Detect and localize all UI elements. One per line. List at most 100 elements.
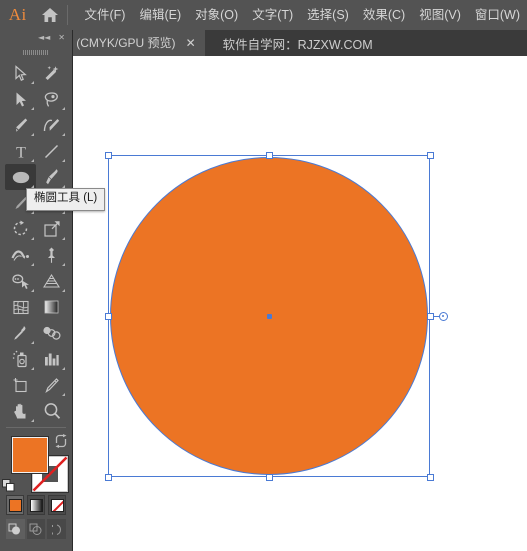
shape-center-point xyxy=(266,313,272,319)
menu-item-edit[interactable]: 编辑(E) xyxy=(132,5,188,26)
tool-flyout-corner-icon xyxy=(62,289,65,292)
handle-top-center[interactable] xyxy=(265,151,273,159)
collapse-icon[interactable]: ◄◄ xyxy=(38,34,50,42)
close-icon[interactable]: ✕ xyxy=(186,37,196,49)
rotate-tool[interactable] xyxy=(5,216,36,242)
hand-tool[interactable] xyxy=(5,398,36,424)
draw-behind-button[interactable] xyxy=(26,519,46,539)
tool-flyout-corner-icon xyxy=(31,263,34,266)
artboard-tool[interactable] xyxy=(5,372,36,398)
fill-swatch[interactable] xyxy=(11,436,49,474)
canvas-area[interactable] xyxy=(0,56,527,551)
color-mode-row xyxy=(0,495,72,515)
line-segment-tool[interactable] xyxy=(36,138,67,164)
menubar-divider xyxy=(66,5,68,25)
menu-item-effect[interactable]: 效果(C) xyxy=(356,5,412,26)
tool-flyout-corner-icon xyxy=(31,289,34,292)
swap-fill-stroke-icon[interactable] xyxy=(54,434,68,448)
handle-bottom-left[interactable] xyxy=(104,473,112,481)
tool-flyout-corner-icon xyxy=(62,133,65,136)
document-tab-bar: @ 139.94% (CMYK/GPU 预览) ✕ 软件自学网：RJZXW.CO… xyxy=(0,30,527,56)
menu-item-type[interactable]: 文字(T) xyxy=(245,5,300,26)
handle-bottom-center[interactable] xyxy=(265,473,273,481)
scale-tool[interactable] xyxy=(36,216,67,242)
tool-flyout-corner-icon xyxy=(31,419,34,422)
gradient-swatch-button[interactable] xyxy=(27,495,45,515)
tool-flyout-corner-icon xyxy=(31,159,34,162)
direct-selection-tool[interactable] xyxy=(5,86,36,112)
color-swatch-button[interactable] xyxy=(6,495,24,515)
free-transform-tool[interactable] xyxy=(36,242,67,268)
menu-item-window[interactable]: 窗口(W) xyxy=(468,5,527,26)
zoom-tool[interactable] xyxy=(36,398,67,424)
tools-panel-header[interactable]: ◄◄ ✕ xyxy=(0,30,72,46)
draw-normal-button[interactable] xyxy=(6,519,25,539)
tool-flyout-corner-icon xyxy=(31,237,34,240)
menu-bar: Ai 文件(F) 编辑(E) 对象(O) 文字(T) 选择(S) 效果(C) 视… xyxy=(0,0,527,30)
live-shape-widget-handle[interactable] xyxy=(439,312,448,321)
paintbrush-tool[interactable] xyxy=(36,164,67,190)
tool-tooltip: 椭圆工具 (L) xyxy=(26,188,106,211)
tool-flyout-corner-icon xyxy=(31,367,34,370)
tool-flyout-corner-icon xyxy=(31,107,34,110)
tools-panel-divider xyxy=(6,427,66,428)
tool-flyout-corner-icon xyxy=(31,133,34,136)
mesh-tool[interactable] xyxy=(5,294,36,320)
eyedropper-tool[interactable] xyxy=(5,320,36,346)
column-graph-tool[interactable] xyxy=(36,346,67,372)
watermark-text: 软件自学网：RJZXW.COM xyxy=(222,37,373,52)
tools-panel: ◄◄ ✕ T xyxy=(0,30,73,551)
lasso-tool[interactable] xyxy=(36,86,67,112)
tool-flyout-corner-icon xyxy=(62,237,65,240)
tool-flyout-corner-icon xyxy=(31,341,34,344)
menu-item-select[interactable]: 选择(S) xyxy=(300,5,356,26)
width-tool[interactable] xyxy=(5,242,36,268)
draw-inside-icon xyxy=(51,524,61,535)
tools-panel-drag-grip[interactable] xyxy=(0,46,72,59)
tool-flyout-corner-icon xyxy=(62,393,65,396)
handle-top-right[interactable] xyxy=(426,151,434,159)
none-swatch-button[interactable] xyxy=(48,495,66,515)
svg-text:T: T xyxy=(16,144,26,160)
draw-normal-icon xyxy=(8,523,21,534)
ai-logo: Ai xyxy=(8,5,27,24)
gradient-swatch-icon xyxy=(29,498,43,512)
tool-flyout-corner-icon xyxy=(31,81,34,84)
illustrator-window: Ai 文件(F) 编辑(E) 对象(O) 文字(T) 选择(S) 效果(C) 视… xyxy=(0,0,527,551)
tool-flyout-corner-icon xyxy=(62,107,65,110)
none-swatch-icon xyxy=(50,498,64,512)
draw-behind-icon xyxy=(29,523,42,535)
tool-flyout-corner-icon xyxy=(62,211,65,214)
menu-item-file[interactable]: 文件(F) xyxy=(78,5,133,26)
pen-tool[interactable] xyxy=(5,112,36,138)
default-fill-stroke-icon[interactable] xyxy=(2,479,15,492)
type-tool[interactable]: T xyxy=(5,138,36,164)
tool-flyout-corner-icon xyxy=(31,211,34,214)
grip-dots-icon xyxy=(23,50,49,55)
tool-flyout-corner-icon xyxy=(62,367,65,370)
ellipse-tool[interactable] xyxy=(5,164,36,190)
handle-bottom-right[interactable] xyxy=(426,473,434,481)
home-icon[interactable] xyxy=(36,0,65,30)
draw-inside-button[interactable] xyxy=(47,519,67,539)
selection-tool[interactable] xyxy=(5,60,36,86)
slice-tool[interactable] xyxy=(36,372,67,398)
gradient-tool[interactable] xyxy=(36,294,67,320)
panel-close-icon[interactable]: ✕ xyxy=(58,34,65,42)
tool-flyout-corner-icon xyxy=(62,159,65,162)
tool-flyout-corner-icon xyxy=(62,263,65,266)
shape-builder-tool[interactable] xyxy=(5,268,36,294)
menu-item-object[interactable]: 对象(O) xyxy=(188,5,245,26)
symbol-sprayer-tool[interactable] xyxy=(5,346,36,372)
menu-items: 文件(F) 编辑(E) 对象(O) 文字(T) 选择(S) 效果(C) 视图(V… xyxy=(78,5,527,26)
curvature-tool[interactable] xyxy=(36,112,67,138)
handle-middle-left[interactable] xyxy=(104,312,112,320)
menu-item-view[interactable]: 视图(V) xyxy=(412,5,468,26)
magic-wand-tool[interactable] xyxy=(36,60,67,86)
draw-mode-row xyxy=(0,519,72,539)
handle-top-left[interactable] xyxy=(104,151,112,159)
fill-stroke-control xyxy=(0,432,72,494)
tool-grid: T xyxy=(0,59,72,424)
perspective-grid-tool[interactable] xyxy=(36,268,67,294)
blend-tool[interactable] xyxy=(36,320,67,346)
